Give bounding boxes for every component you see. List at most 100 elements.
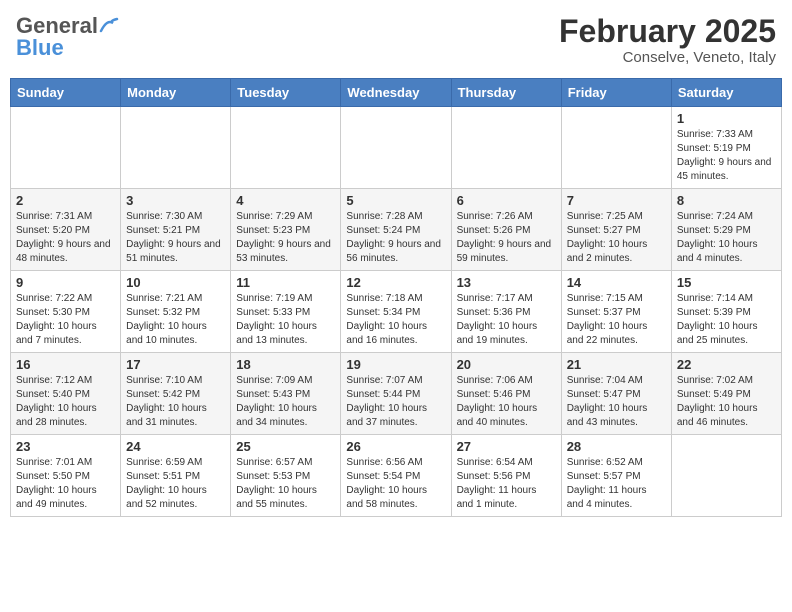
day-info: Sunrise: 6:57 AM Sunset: 5:53 PM Dayligh… [236, 456, 335, 512]
calendar-week-row: 16 Sunrise: 7:12 AM Sunset: 5:40 PM Dayli… [11, 353, 782, 435]
day-number: 8 [677, 193, 776, 208]
day-number: 22 [677, 357, 776, 372]
day-number: 18 [236, 357, 335, 372]
day-number: 15 [677, 275, 776, 290]
day-number: 12 [346, 275, 445, 290]
day-info: Sunrise: 6:54 AM Sunset: 5:56 PM Dayligh… [457, 456, 556, 512]
weekday-header: Friday [561, 79, 671, 107]
day-info: Sunrise: 6:52 AM Sunset: 5:57 PM Dayligh… [567, 456, 666, 512]
calendar-week-row: 2Sunrise: 7:31 AM Sunset: 5:20 PM Daylig… [11, 189, 782, 271]
calendar-cell: 27 Sunrise: 6:54 AM Sunset: 5:56 PM Dayli… [451, 435, 561, 517]
day-info: Sunrise: 7:26 AM Sunset: 5:26 PM Dayligh… [457, 210, 556, 266]
day-number: 24 [126, 439, 225, 454]
day-info: Sunrise: 7:12 AM Sunset: 5:40 PM Dayligh… [16, 374, 115, 430]
day-number: 9 [16, 275, 115, 290]
logo-blue: Blue [16, 36, 119, 60]
calendar-cell: 5 Sunrise: 7:28 AM Sunset: 5:24 PM Daylig… [341, 189, 451, 271]
day-number: 1 [677, 111, 776, 126]
calendar-cell: 23Sunrise: 7:01 AM Sunset: 5:50 PM Dayli… [11, 435, 121, 517]
day-info: Sunrise: 6:59 AM Sunset: 5:51 PM Dayligh… [126, 456, 225, 512]
day-info: Sunrise: 7:30 AM Sunset: 5:21 PM Dayligh… [126, 210, 225, 266]
day-number: 14 [567, 275, 666, 290]
month-title: February 2025 [559, 14, 776, 49]
calendar-table: SundayMondayTuesdayWednesdayThursdayFrid… [10, 78, 782, 517]
weekday-header-row: SundayMondayTuesdayWednesdayThursdayFrid… [11, 79, 782, 107]
calendar-week-row: 9 Sunrise: 7:22 AM Sunset: 5:30 PM Daylig… [11, 271, 782, 353]
day-info: Sunrise: 7:21 AM Sunset: 5:32 PM Dayligh… [126, 292, 225, 348]
day-number: 10 [126, 275, 225, 290]
day-info: Sunrise: 7:15 AM Sunset: 5:37 PM Dayligh… [567, 292, 666, 348]
calendar-cell: 9 Sunrise: 7:22 AM Sunset: 5:30 PM Daylig… [11, 271, 121, 353]
calendar-cell: 26 Sunrise: 6:56 AM Sunset: 5:54 PM Dayli… [341, 435, 451, 517]
calendar-cell: 4 Sunrise: 7:29 AM Sunset: 5:23 PM Daylig… [231, 189, 341, 271]
calendar-cell: 15 Sunrise: 7:14 AM Sunset: 5:39 PM Dayli… [671, 271, 781, 353]
weekday-header: Tuesday [231, 79, 341, 107]
day-number: 20 [457, 357, 556, 372]
calendar-cell: 10 Sunrise: 7:21 AM Sunset: 5:32 PM Dayli… [121, 271, 231, 353]
title-area: February 2025 Conselve, Veneto, Italy [559, 14, 776, 66]
calendar-cell [11, 107, 121, 189]
day-info: Sunrise: 7:22 AM Sunset: 5:30 PM Dayligh… [16, 292, 115, 348]
calendar-cell: 22 Sunrise: 7:02 AM Sunset: 5:49 PM Dayli… [671, 353, 781, 435]
calendar-cell [341, 107, 451, 189]
calendar-cell: 28 Sunrise: 6:52 AM Sunset: 5:57 PM Dayli… [561, 435, 671, 517]
day-number: 23 [16, 439, 115, 454]
day-number: 4 [236, 193, 335, 208]
day-number: 27 [457, 439, 556, 454]
calendar-cell [671, 435, 781, 517]
weekday-header: Monday [121, 79, 231, 107]
calendar-cell [451, 107, 561, 189]
day-info: Sunrise: 7:02 AM Sunset: 5:49 PM Dayligh… [677, 374, 776, 430]
logo: General Blue [16, 14, 119, 60]
day-info: Sunrise: 7:06 AM Sunset: 5:46 PM Dayligh… [457, 374, 556, 430]
day-info: Sunrise: 7:10 AM Sunset: 5:42 PM Dayligh… [126, 374, 225, 430]
calendar-cell: 1 Sunrise: 7:33 AM Sunset: 5:19 PM Daylig… [671, 107, 781, 189]
day-info: Sunrise: 7:04 AM Sunset: 5:47 PM Dayligh… [567, 374, 666, 430]
calendar-week-row: 1 Sunrise: 7:33 AM Sunset: 5:19 PM Daylig… [11, 107, 782, 189]
calendar-cell: 19 Sunrise: 7:07 AM Sunset: 5:44 PM Dayli… [341, 353, 451, 435]
day-info: Sunrise: 7:07 AM Sunset: 5:44 PM Dayligh… [346, 374, 445, 430]
calendar-cell: 3 Sunrise: 7:30 AM Sunset: 5:21 PM Daylig… [121, 189, 231, 271]
day-info: Sunrise: 7:14 AM Sunset: 5:39 PM Dayligh… [677, 292, 776, 348]
day-number: 19 [346, 357, 445, 372]
calendar-cell: 21 Sunrise: 7:04 AM Sunset: 5:47 PM Dayli… [561, 353, 671, 435]
day-number: 3 [126, 193, 225, 208]
calendar-cell: 7 Sunrise: 7:25 AM Sunset: 5:27 PM Daylig… [561, 189, 671, 271]
day-info: Sunrise: 7:33 AM Sunset: 5:19 PM Dayligh… [677, 128, 776, 184]
weekday-header: Saturday [671, 79, 781, 107]
calendar-cell: 11 Sunrise: 7:19 AM Sunset: 5:33 PM Dayli… [231, 271, 341, 353]
calendar-cell: 8Sunrise: 7:24 AM Sunset: 5:29 PM Daylig… [671, 189, 781, 271]
day-info: Sunrise: 7:29 AM Sunset: 5:23 PM Dayligh… [236, 210, 335, 266]
day-number: 21 [567, 357, 666, 372]
weekday-header: Thursday [451, 79, 561, 107]
day-info: Sunrise: 6:56 AM Sunset: 5:54 PM Dayligh… [346, 456, 445, 512]
location-subtitle: Conselve, Veneto, Italy [559, 49, 776, 66]
day-info: Sunrise: 7:31 AM Sunset: 5:20 PM Dayligh… [16, 210, 115, 266]
day-info: Sunrise: 7:18 AM Sunset: 5:34 PM Dayligh… [346, 292, 445, 348]
page-header: General Blue February 2025 Conselve, Ven… [10, 10, 782, 70]
day-number: 17 [126, 357, 225, 372]
calendar-cell: 2Sunrise: 7:31 AM Sunset: 5:20 PM Daylig… [11, 189, 121, 271]
calendar-cell: 17 Sunrise: 7:10 AM Sunset: 5:42 PM Dayli… [121, 353, 231, 435]
calendar-cell: 20 Sunrise: 7:06 AM Sunset: 5:46 PM Dayli… [451, 353, 561, 435]
day-number: 26 [346, 439, 445, 454]
calendar-cell [121, 107, 231, 189]
calendar-cell: 14 Sunrise: 7:15 AM Sunset: 5:37 PM Dayli… [561, 271, 671, 353]
day-number: 7 [567, 193, 666, 208]
day-number: 16 [16, 357, 115, 372]
day-info: Sunrise: 7:28 AM Sunset: 5:24 PM Dayligh… [346, 210, 445, 266]
day-info: Sunrise: 7:19 AM Sunset: 5:33 PM Dayligh… [236, 292, 335, 348]
day-number: 11 [236, 275, 335, 290]
weekday-header: Wednesday [341, 79, 451, 107]
calendar-cell: 12 Sunrise: 7:18 AM Sunset: 5:34 PM Dayli… [341, 271, 451, 353]
day-info: Sunrise: 7:17 AM Sunset: 5:36 PM Dayligh… [457, 292, 556, 348]
calendar-cell: 13Sunrise: 7:17 AM Sunset: 5:36 PM Dayli… [451, 271, 561, 353]
day-info: Sunrise: 7:25 AM Sunset: 5:27 PM Dayligh… [567, 210, 666, 266]
calendar-cell: 25Sunrise: 6:57 AM Sunset: 5:53 PM Dayli… [231, 435, 341, 517]
calendar-week-row: 23Sunrise: 7:01 AM Sunset: 5:50 PM Dayli… [11, 435, 782, 517]
calendar-cell [231, 107, 341, 189]
day-number: 5 [346, 193, 445, 208]
weekday-header: Sunday [11, 79, 121, 107]
calendar-cell: 6Sunrise: 7:26 AM Sunset: 5:26 PM Daylig… [451, 189, 561, 271]
day-number: 28 [567, 439, 666, 454]
